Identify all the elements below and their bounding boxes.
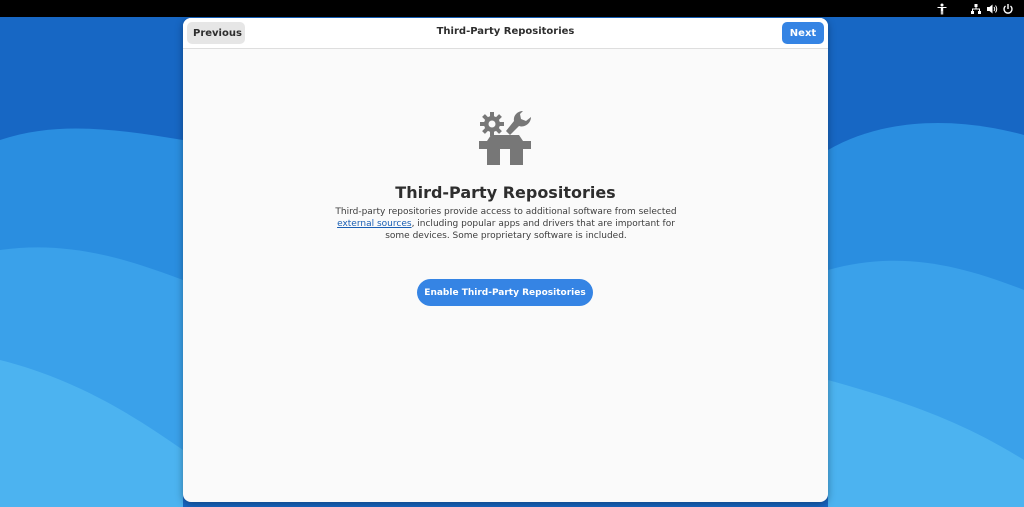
next-button[interactable]: Next: [782, 22, 824, 44]
accessibility-icon[interactable]: [934, 2, 950, 16]
description-text: Third-party repositories provide access …: [335, 207, 677, 217]
volume-icon[interactable]: [984, 2, 1000, 16]
top-bar: [0, 0, 1024, 17]
page-heading: Third-Party Repositories: [395, 183, 616, 202]
external-sources-link[interactable]: external sources: [337, 219, 411, 229]
repository-tools-icon: [479, 111, 531, 165]
enable-repositories-button[interactable]: Enable Third-Party Repositories: [417, 279, 593, 306]
system-tray[interactable]: [934, 2, 1016, 16]
setup-window: Previous Third-Party Repositories Next T…: [183, 18, 828, 502]
power-icon[interactable]: [1000, 2, 1016, 16]
page-description: Third-party repositories provide access …: [326, 206, 686, 242]
description-text-continued: , including popular apps and drivers tha…: [385, 219, 675, 241]
header-bar: Previous Third-Party Repositories Next: [183, 18, 828, 49]
window-title: Third-Party Repositories: [436, 26, 575, 37]
network-icon[interactable]: [968, 2, 984, 16]
